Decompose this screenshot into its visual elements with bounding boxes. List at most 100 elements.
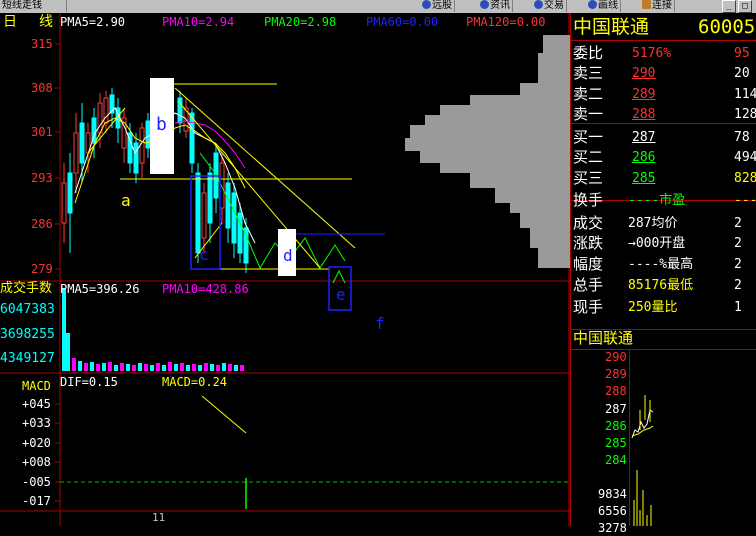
volume-bar xyxy=(108,362,112,371)
quote-row-value: 287均价 xyxy=(628,216,678,231)
volume-bar xyxy=(168,362,172,371)
quote-row-label: 买二 xyxy=(573,148,604,166)
stock-name: 中国联通 xyxy=(573,16,650,38)
volume-bars xyxy=(62,288,244,371)
quote-row-value: 287 xyxy=(632,130,656,145)
stock-code: 60005 xyxy=(698,16,756,38)
quote-row-value: ----市盈 xyxy=(628,193,686,208)
quote-row-label: 卖三 xyxy=(573,64,604,82)
quote-row-value: 250量比 xyxy=(628,300,678,315)
volume-bar xyxy=(186,365,190,371)
toolbar-item-trade[interactable]: 交易 xyxy=(532,0,567,12)
price-tick: 308 xyxy=(31,81,53,95)
macd-tick: +045 xyxy=(22,397,51,411)
volume-bar xyxy=(102,363,106,371)
macd-tick: +020 xyxy=(22,436,51,450)
macd-tick: -017 xyxy=(22,494,51,508)
quote-row-volume: 20 xyxy=(734,66,750,81)
candle-body xyxy=(67,172,73,214)
volume-bar xyxy=(120,363,124,371)
minimize-button[interactable]: _ xyxy=(722,0,736,13)
quote-row-value: →000开盘 xyxy=(628,236,686,251)
quote-row-volume: 78 xyxy=(734,130,750,145)
toolbar-item-news[interactable]: 资讯 xyxy=(478,0,513,12)
volume-bar xyxy=(198,365,202,371)
volume-ma10-label: PMA10=428.86 xyxy=(162,282,249,296)
mini-price-tick: 289 xyxy=(605,367,627,381)
globe-icon xyxy=(422,0,431,9)
macd-line xyxy=(201,395,247,434)
quote-row-label: 委比 xyxy=(573,44,604,62)
kline-chart[interactable] xyxy=(0,13,570,526)
quote-row-volume: 2 xyxy=(734,257,742,272)
toolbar-left-label[interactable]: 短线走钱 xyxy=(0,0,67,12)
quote-row-label: 现手 xyxy=(573,298,604,316)
quote-row-label: 幅度 xyxy=(573,255,604,273)
volume-bar xyxy=(216,365,220,371)
globe-icon xyxy=(480,0,489,9)
volume-ma5-label: PMA5=396.26 xyxy=(60,282,140,296)
mini-volume-tick: 3278 xyxy=(598,521,627,535)
volume-bar xyxy=(84,363,88,371)
macd-tick: +008 xyxy=(22,455,51,469)
mini-price-tick: 290 xyxy=(605,350,627,364)
quote-row-label: 买三 xyxy=(573,169,604,187)
volume-bar xyxy=(66,333,70,371)
quote-row-volume: 828 xyxy=(734,171,756,186)
candle-body xyxy=(79,122,85,164)
candle-body xyxy=(133,142,139,174)
volume-bar xyxy=(228,364,232,371)
quote-row-volume: 2 xyxy=(734,216,742,231)
mini-volume-tick: 6556 xyxy=(598,504,627,518)
toolbar-left-text: 短线走钱 xyxy=(2,0,42,11)
quote-panel: 中国联通 60005 委比 5176% 95 卖三 290 20 卖二 289 114 卖一 288… xyxy=(570,13,756,535)
mini-price-tick: 284 xyxy=(605,453,627,467)
macd-title: MACD xyxy=(22,379,51,393)
ma60-label: PMA60=0.00 xyxy=(366,15,439,29)
volume-bar xyxy=(174,364,178,371)
volume-bar xyxy=(156,363,160,371)
macd-tick: -005 xyxy=(22,475,51,489)
toolbar-item-draw[interactable]: 画线 xyxy=(586,0,621,12)
candle-body xyxy=(237,212,243,254)
mini-intraday-chart[interactable] xyxy=(630,350,756,526)
volume-tick: 6047383 xyxy=(0,302,55,317)
x-axis-label: 11 xyxy=(152,511,166,524)
candle-body xyxy=(61,182,67,224)
toolbar-item-label: 连接 xyxy=(652,0,672,11)
period-label[interactable]: 日线 xyxy=(3,14,53,30)
quote-row-value: 290 xyxy=(632,66,656,81)
quote-row-volume: 128 xyxy=(734,107,756,122)
period-suffix: 线 xyxy=(39,14,53,30)
quote-row-value: 286 xyxy=(632,150,656,165)
volume-bar xyxy=(126,364,130,371)
price-tick: 315 xyxy=(31,37,53,51)
quote-row-volume: --- xyxy=(734,193,756,208)
candle-body xyxy=(225,182,231,229)
candle-body xyxy=(145,120,151,149)
globe-icon xyxy=(588,0,597,9)
quote-row-value: 5176% xyxy=(632,46,672,61)
ma5-label: PMA5=2.90 xyxy=(60,15,126,29)
top-toolbar: 短线走钱 远股 资讯 交易 画线 连接 _ □ xyxy=(0,0,756,13)
quote-row-volume: 2 xyxy=(734,236,742,251)
candle-body xyxy=(73,132,79,174)
ma10-label: PMA10=2.94 xyxy=(162,15,235,29)
toolbar-item-label: 资讯 xyxy=(490,0,510,11)
quote-row-value: ----%最高 xyxy=(628,257,694,272)
candle-body xyxy=(231,192,237,244)
volume-tick: 3698255 xyxy=(0,327,55,342)
quote-row-volume: 2 xyxy=(734,278,742,293)
quote-row-value: 288 xyxy=(632,107,656,122)
toolbar-item-connect[interactable]: 连接 xyxy=(640,0,675,12)
ma20-label: PMA20=2.98 xyxy=(264,15,337,29)
macd-dif-label: DIF=0.15 xyxy=(60,375,118,389)
toolbar-item-select-stock[interactable]: 远股 xyxy=(420,0,455,12)
quote-row-label: 成交 xyxy=(573,214,604,232)
macd-tick: +033 xyxy=(22,416,51,430)
mini-price-tick: 288 xyxy=(605,384,627,398)
restore-button[interactable]: □ xyxy=(738,0,752,13)
ma120-label: PMA120=0.00 xyxy=(466,15,546,29)
macd-value-label: MACD=0.24 xyxy=(162,375,228,389)
quote-row-volume: 95 xyxy=(734,46,750,61)
